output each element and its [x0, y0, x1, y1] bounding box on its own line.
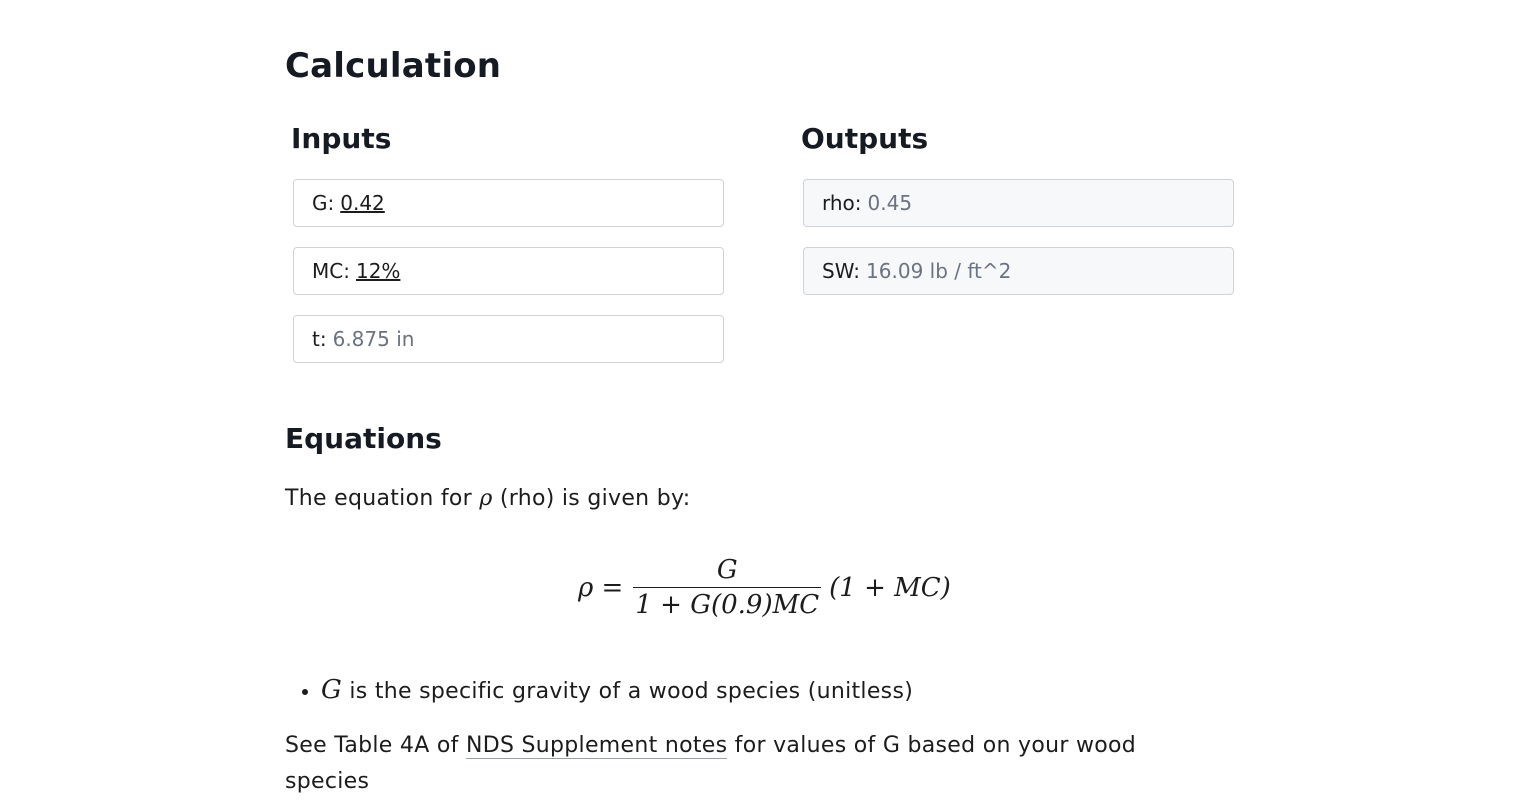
input-mc-field[interactable]: MC: 12% — [293, 247, 724, 295]
g-symbol: G — [321, 675, 343, 705]
input-t-field: t: 6.875 in — [293, 315, 724, 363]
equation-intro: The equation for ρ (rho) is given by: — [285, 481, 690, 517]
input-mc-label: MC: — [312, 259, 350, 283]
reference-note: See Table 4A of NDS Supplement notes for… — [285, 728, 1215, 800]
output-sw-value: 16.09 lb / ft^2 — [866, 259, 1012, 283]
equations-heading: Equations — [285, 422, 442, 455]
outputs-heading: Outputs — [801, 122, 929, 155]
output-sw-field: SW: 16.09 lb / ft^2 — [803, 247, 1234, 295]
output-rho-value: 0.45 — [867, 191, 913, 215]
output-rho-label: rho: — [822, 191, 862, 215]
equation-fraction: G 1 + G(0.9)MC — [633, 555, 822, 620]
output-sw-label: SW: — [822, 259, 861, 283]
equation-lhs: ρ = — [578, 572, 624, 603]
equation-denominator: 1 + G(0.9)MC — [633, 587, 822, 620]
equation-intro-after: (rho) is given by: — [499, 486, 691, 511]
equation-factor: (1 + MC) — [829, 572, 951, 603]
variable-list: G is the specific gravity of a wood spec… — [285, 672, 913, 710]
rho-symbol: ρ — [479, 486, 493, 511]
reference-note-before: See Table 4A of — [285, 733, 459, 758]
input-g-value[interactable]: 0.42 — [340, 191, 385, 215]
equation-intro-before: The equation for — [285, 486, 473, 511]
list-item-text: is the specific gravity of a wood specie… — [349, 679, 914, 704]
list-item: G is the specific gravity of a wood spec… — [321, 672, 913, 710]
input-mc-value[interactable]: 12% — [356, 259, 400, 283]
output-rho-field: rho: 0.45 — [803, 179, 1234, 227]
rho-equation: ρ = G 1 + G(0.9)MC (1 + MC) — [578, 555, 951, 620]
input-g-label: G: — [312, 191, 335, 215]
inputs-heading: Inputs — [291, 122, 392, 155]
equation-numerator: G — [716, 555, 738, 585]
page-title: Calculation — [285, 46, 502, 86]
input-g-field[interactable]: G: 0.42 — [293, 179, 724, 227]
nds-supplement-link[interactable]: NDS Supplement notes — [465, 733, 728, 759]
input-t-label: t: — [312, 327, 327, 351]
input-t-value: 6.875 in — [332, 327, 415, 351]
